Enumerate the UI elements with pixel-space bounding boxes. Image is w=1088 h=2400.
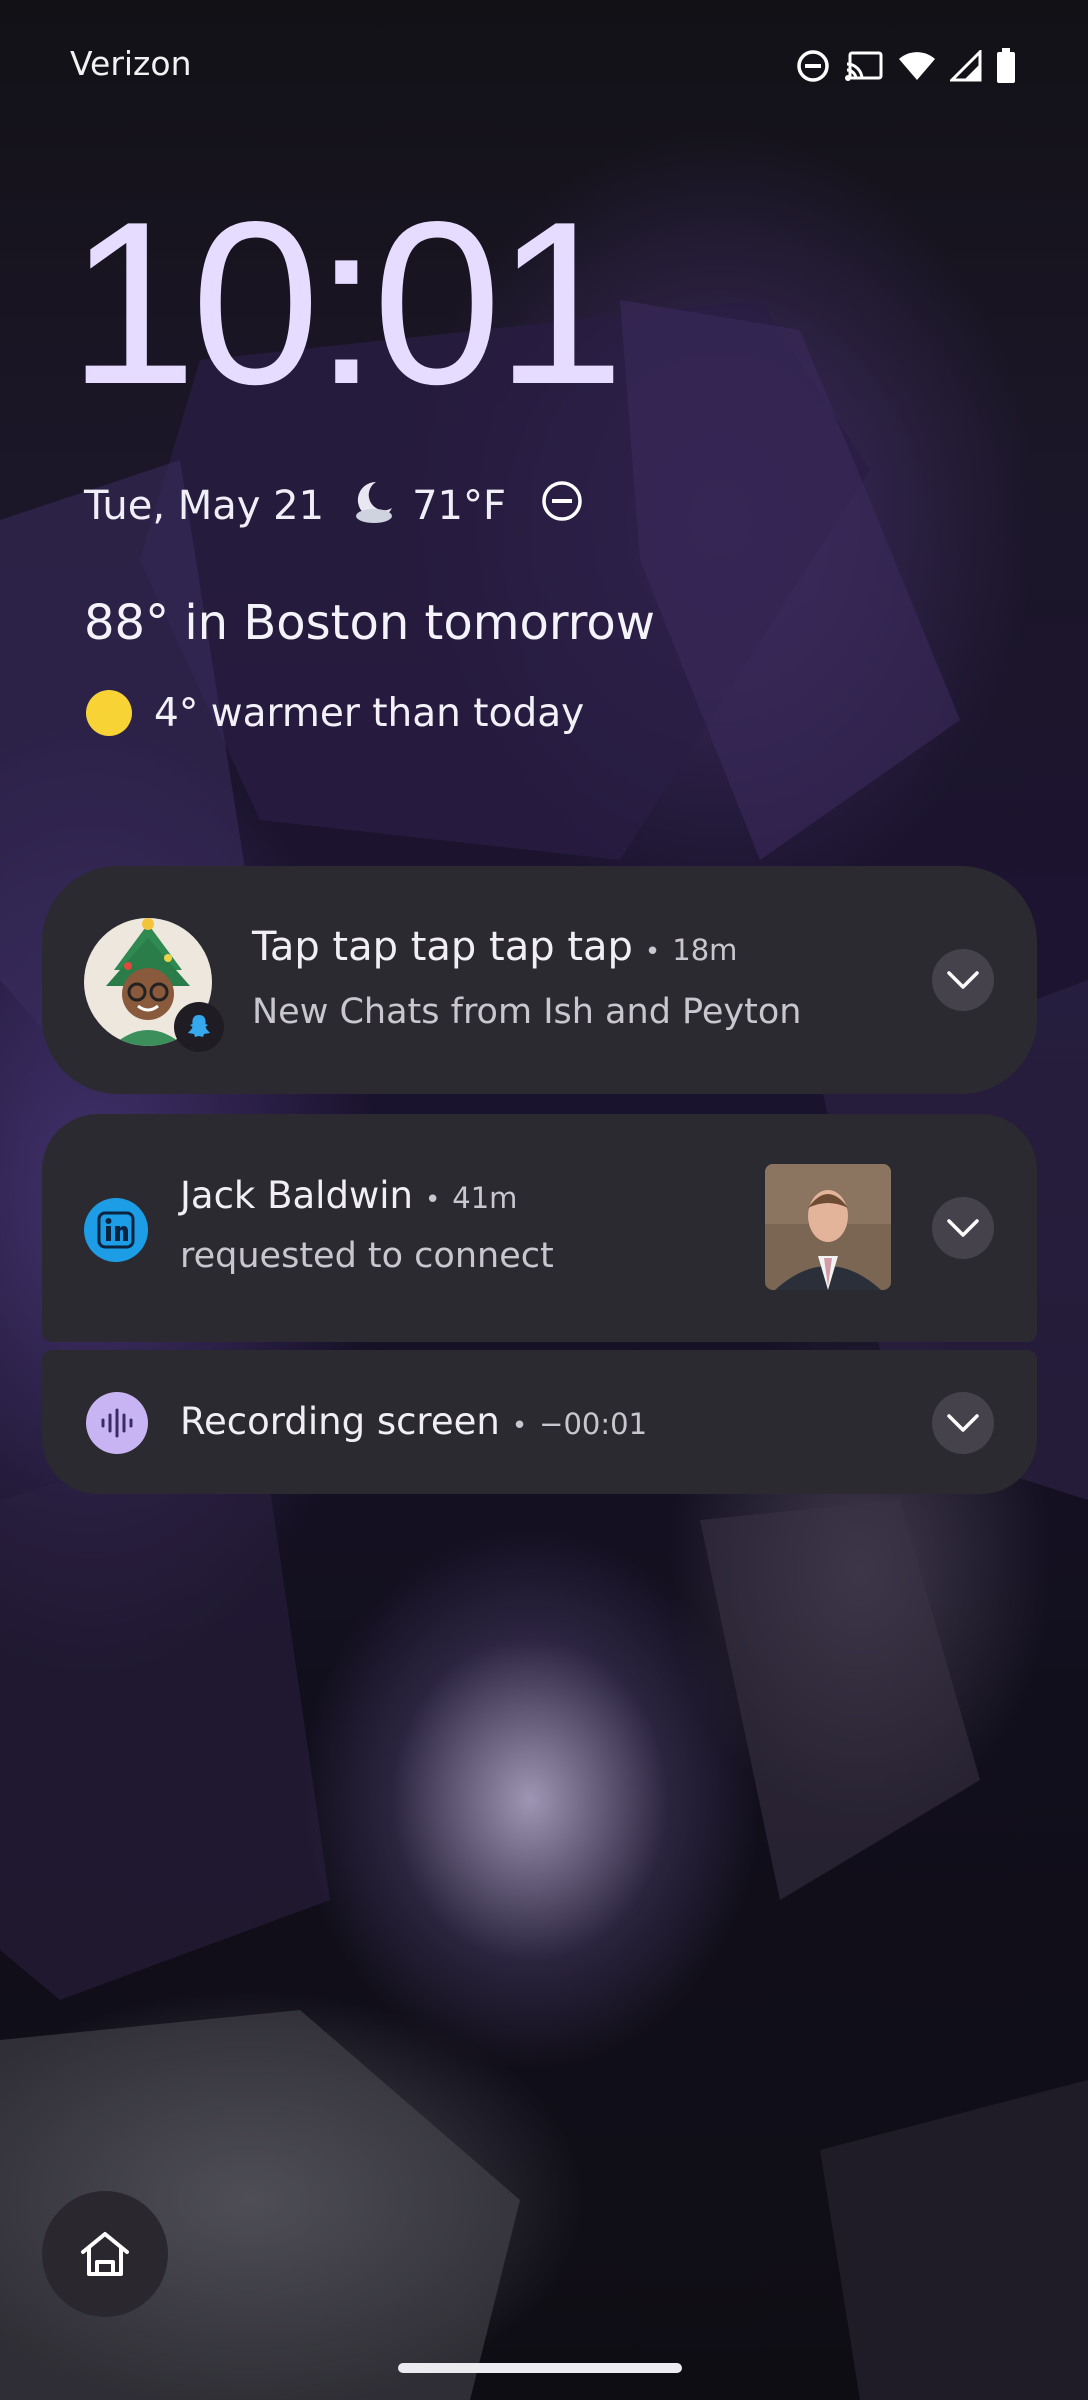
date-weather-row[interactable]: Tue, May 21 71°F xyxy=(84,478,584,534)
lockscreen-clock[interactable]: 10:01 xyxy=(68,188,625,420)
cellular-signal-icon xyxy=(950,50,982,82)
expand-button[interactable] xyxy=(932,1392,994,1454)
do-not-disturb-icon xyxy=(796,49,830,83)
chevron-down-icon xyxy=(947,971,979,989)
wifi-icon xyxy=(898,51,936,81)
home-shortcut-button[interactable] xyxy=(42,2191,168,2317)
notification-time: 41m xyxy=(452,1181,518,1215)
home-icon xyxy=(81,2232,129,2276)
notification-title: Jack Baldwin xyxy=(180,1174,413,1217)
forecast-title[interactable]: 88° in Boston tomorrow xyxy=(84,595,655,651)
notification-text: New Chats from Ish and Peyton xyxy=(252,992,802,1032)
notification-title: Recording screen xyxy=(180,1400,500,1443)
forecast-detail-text: 4° warmer than today xyxy=(154,690,585,736)
temperature-text: 71°F xyxy=(412,483,506,529)
notification-linkedin[interactable]: Jack Baldwin • 41m requested to connect xyxy=(42,1114,1037,1342)
date-text: Tue, May 21 xyxy=(84,483,325,529)
recording-icon xyxy=(86,1392,148,1454)
separator-dot: • xyxy=(511,1411,528,1441)
recording-timer: −00:01 xyxy=(539,1407,648,1441)
notification-snapchat[interactable]: Tap tap tap tap tap • 18m New Chats from… xyxy=(42,866,1037,1094)
chevron-down-icon xyxy=(947,1414,979,1432)
moon-cloud-icon xyxy=(350,478,396,534)
battery-icon xyxy=(996,48,1016,84)
notification-text: requested to connect xyxy=(180,1236,554,1276)
separator-dot: • xyxy=(644,937,661,967)
snapchat-icon xyxy=(174,1002,224,1052)
notification-screen-recording[interactable]: Recording screen • −00:01 xyxy=(42,1350,1037,1494)
notification-time: 18m xyxy=(672,933,738,967)
expand-button[interactable] xyxy=(932,949,994,1011)
expand-button[interactable] xyxy=(932,1197,994,1259)
dnd-status-icon xyxy=(540,479,584,533)
forecast-detail[interactable]: 4° warmer than today xyxy=(86,690,584,736)
profile-photo xyxy=(765,1164,891,1290)
linkedin-icon xyxy=(84,1198,148,1262)
separator-dot: • xyxy=(424,1185,441,1215)
gesture-navigation-bar[interactable] xyxy=(398,2363,682,2373)
sun-icon xyxy=(86,690,132,736)
carrier-name: Verizon xyxy=(70,44,192,83)
cast-icon xyxy=(844,50,884,82)
notification-title: Tap tap tap tap tap xyxy=(252,924,633,970)
chevron-down-icon xyxy=(947,1219,979,1237)
status-bar: Verizon xyxy=(0,0,1088,130)
